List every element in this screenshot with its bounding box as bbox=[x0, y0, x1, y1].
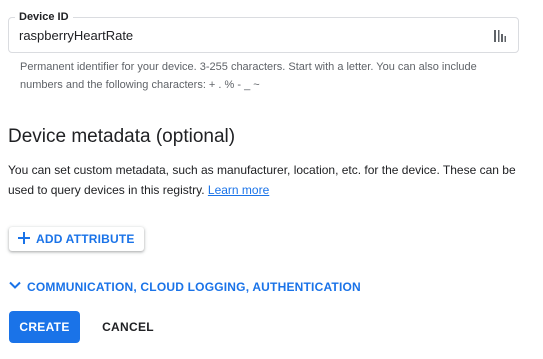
add-attribute-label: ADD ATTRIBUTE bbox=[36, 232, 135, 246]
chevron-down-icon bbox=[8, 278, 22, 295]
device-id-input[interactable] bbox=[9, 18, 479, 52]
expander-label: COMMUNICATION, CLOUD LOGGING, AUTHENTICA… bbox=[27, 279, 361, 294]
plus-icon bbox=[18, 231, 30, 247]
add-attribute-button[interactable]: ADD ATTRIBUTE bbox=[9, 227, 144, 251]
section-title: Device metadata (optional) bbox=[8, 126, 236, 147]
device-id-field[interactable]: Device ID bbox=[8, 9, 519, 53]
cancel-button[interactable]: CANCEL bbox=[92, 311, 164, 343]
create-button[interactable]: CREATE bbox=[9, 311, 80, 343]
key-icon[interactable] bbox=[492, 28, 508, 44]
device-id-helper-text: Permanent identifier for your device. 3-… bbox=[20, 61, 477, 91]
section-description: You can set custom metadata, such as man… bbox=[8, 160, 538, 200]
learn-more-link[interactable]: Learn more bbox=[208, 183, 269, 197]
advanced-options-expander[interactable]: COMMUNICATION, CLOUD LOGGING, AUTHENTICA… bbox=[8, 278, 361, 295]
